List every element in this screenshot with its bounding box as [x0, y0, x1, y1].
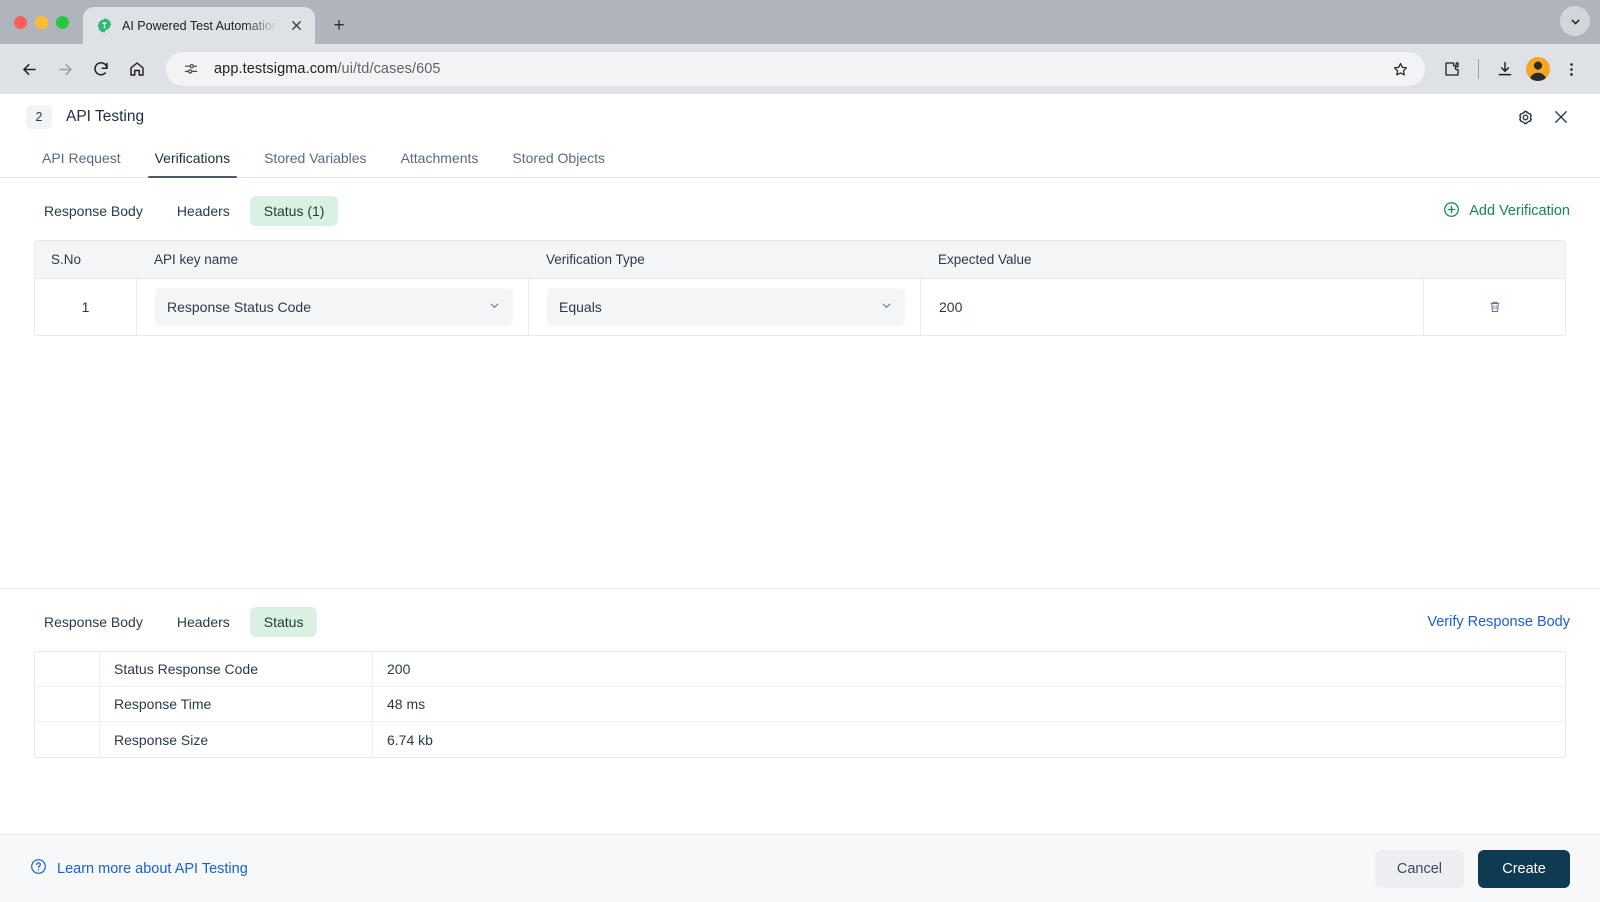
- response-subtabs: Response Body Headers Status Verify Resp…: [0, 589, 1600, 641]
- verifications-table: S.No API key name Verification Type Expe…: [34, 240, 1566, 336]
- star-icon[interactable]: [1385, 54, 1415, 84]
- row-gutter: [35, 687, 100, 721]
- maximize-window-button[interactable]: [56, 15, 69, 29]
- verification-type-select[interactable]: Equals: [547, 288, 905, 326]
- status-row-label: Response Size: [100, 722, 373, 757]
- column-header-verification-type: Verification Type: [546, 252, 645, 267]
- browser-toolbar: app.testsigma.com/ui/td/cases/605: [0, 44, 1600, 94]
- list-item: Response Time 48 ms: [35, 687, 1565, 722]
- column-header-sno: S.No: [51, 252, 82, 267]
- plus-circle-icon: [1443, 201, 1460, 222]
- home-icon[interactable]: [120, 52, 154, 86]
- browser-tab-title: AI Powered Test Automation P: [122, 18, 278, 33]
- status-row-label: Status Response Code: [100, 652, 373, 686]
- forward-arrow-icon[interactable]: [48, 52, 82, 86]
- status-row-value: 48 ms: [387, 696, 426, 712]
- question-circle-icon: [30, 858, 47, 879]
- site-settings-icon[interactable]: [178, 56, 204, 82]
- puzzle-icon[interactable]: [1435, 52, 1469, 86]
- minimize-window-button[interactable]: [35, 15, 48, 29]
- new-tab-button[interactable]: +: [325, 11, 353, 39]
- cell-verification-type: Equals: [528, 279, 920, 335]
- address-bar[interactable]: app.testsigma.com/ui/td/cases/605: [166, 52, 1425, 86]
- expected-value-text: 200: [939, 299, 963, 315]
- panel-footer: Learn more about API Testing Cancel Crea…: [0, 834, 1600, 902]
- response-section: Response Body Headers Status Verify Resp…: [0, 589, 1600, 758]
- chevron-down-icon: [488, 299, 501, 315]
- response-subtab-status[interactable]: Status: [249, 607, 318, 637]
- window-traffic-lights: [14, 0, 83, 44]
- step-number-badge: 2: [26, 105, 52, 129]
- tab-stored-objects[interactable]: Stored Objects: [495, 150, 622, 177]
- download-icon[interactable]: [1488, 52, 1522, 86]
- subtab-response-body[interactable]: Response Body: [30, 196, 157, 226]
- verification-type-value: Equals: [559, 299, 602, 315]
- table-row: 1 Response Status Code Equals 200: [35, 279, 1565, 335]
- three-dot-menu-icon[interactable]: [1554, 52, 1588, 86]
- tab-attachments[interactable]: Attachments: [384, 150, 496, 177]
- back-arrow-icon[interactable]: [12, 52, 46, 86]
- add-verification-button[interactable]: Add Verification: [1443, 201, 1570, 222]
- url-path: /ui/td/cases/605: [337, 61, 441, 77]
- cell-sno: 1: [81, 299, 90, 315]
- chevron-down-icon: [880, 299, 893, 315]
- tab-close-icon[interactable]: [287, 17, 305, 35]
- cell-expected-value[interactable]: 200: [920, 279, 1423, 335]
- panel-tabs: API Request Verifications Stored Variabl…: [0, 140, 1600, 178]
- list-item: Response Size 6.74 kb: [35, 722, 1565, 757]
- verify-response-body-link[interactable]: Verify Response Body: [1427, 614, 1570, 630]
- api-key-name-value: Response Status Code: [167, 299, 311, 315]
- learn-more-label: Learn more about API Testing: [57, 860, 248, 877]
- cell-actions: [1423, 279, 1565, 335]
- gear-icon[interactable]: [1510, 102, 1540, 132]
- address-bar-url: app.testsigma.com/ui/td/cases/605: [214, 61, 1375, 77]
- browser-tabstrip: AI Powered Test Automation P +: [0, 0, 1600, 44]
- api-testing-panel: 2 API Testing API Request Verifications …: [0, 94, 1600, 902]
- row-gutter: [35, 652, 100, 686]
- tabstrip-right-controls: [1560, 6, 1590, 36]
- response-subtab-headers[interactable]: Headers: [163, 607, 244, 637]
- status-row-value: 200: [387, 661, 411, 677]
- cancel-button[interactable]: Cancel: [1374, 849, 1464, 888]
- status-row-value: 6.74 kb: [387, 731, 433, 748]
- column-header-actions: [1423, 241, 1565, 278]
- chevron-down-icon[interactable]: [1560, 6, 1590, 36]
- learn-more-link[interactable]: Learn more about API Testing: [30, 858, 248, 879]
- tab-verifications[interactable]: Verifications: [138, 150, 247, 178]
- column-header-api-key-name: API key name: [154, 252, 239, 267]
- status-row-label: Response Time: [100, 687, 373, 721]
- browser-chrome: AI Powered Test Automation P + app.tests…: [0, 0, 1600, 94]
- url-domain: app.testsigma.com: [214, 61, 338, 77]
- status-details-table: Status Response Code 200 Response Time 4…: [34, 651, 1566, 758]
- column-header-expected-value: Expected Value: [938, 252, 1032, 267]
- testsigma-gear-icon: [96, 17, 113, 34]
- toolbar-divider: [1478, 59, 1479, 79]
- list-item: Status Response Code 200: [35, 652, 1565, 687]
- verification-subtabs: Response Body Headers Status (1) Add Ver…: [0, 178, 1600, 230]
- panel-header: 2 API Testing: [0, 94, 1600, 140]
- cell-api-key-name: Response Status Code: [136, 279, 528, 335]
- page-title: API Testing: [66, 108, 145, 125]
- browser-tab[interactable]: AI Powered Test Automation P: [83, 7, 315, 44]
- avatar[interactable]: [1526, 57, 1550, 81]
- subtab-headers[interactable]: Headers: [163, 196, 244, 226]
- close-window-button[interactable]: [14, 15, 27, 29]
- subtab-status[interactable]: Status (1): [249, 196, 339, 226]
- add-verification-label: Add Verification: [1469, 203, 1570, 219]
- tab-stored-variables[interactable]: Stored Variables: [247, 150, 383, 177]
- create-button[interactable]: Create: [1478, 849, 1570, 888]
- trash-icon[interactable]: [1487, 299, 1503, 315]
- api-key-name-select[interactable]: Response Status Code: [155, 288, 513, 326]
- close-icon[interactable]: [1546, 102, 1576, 132]
- response-subtab-response-body[interactable]: Response Body: [30, 607, 157, 637]
- table-header-row: S.No API key name Verification Type Expe…: [35, 241, 1565, 279]
- row-gutter: [35, 722, 100, 757]
- tab-api-request[interactable]: API Request: [26, 150, 138, 177]
- reload-icon[interactable]: [84, 52, 118, 86]
